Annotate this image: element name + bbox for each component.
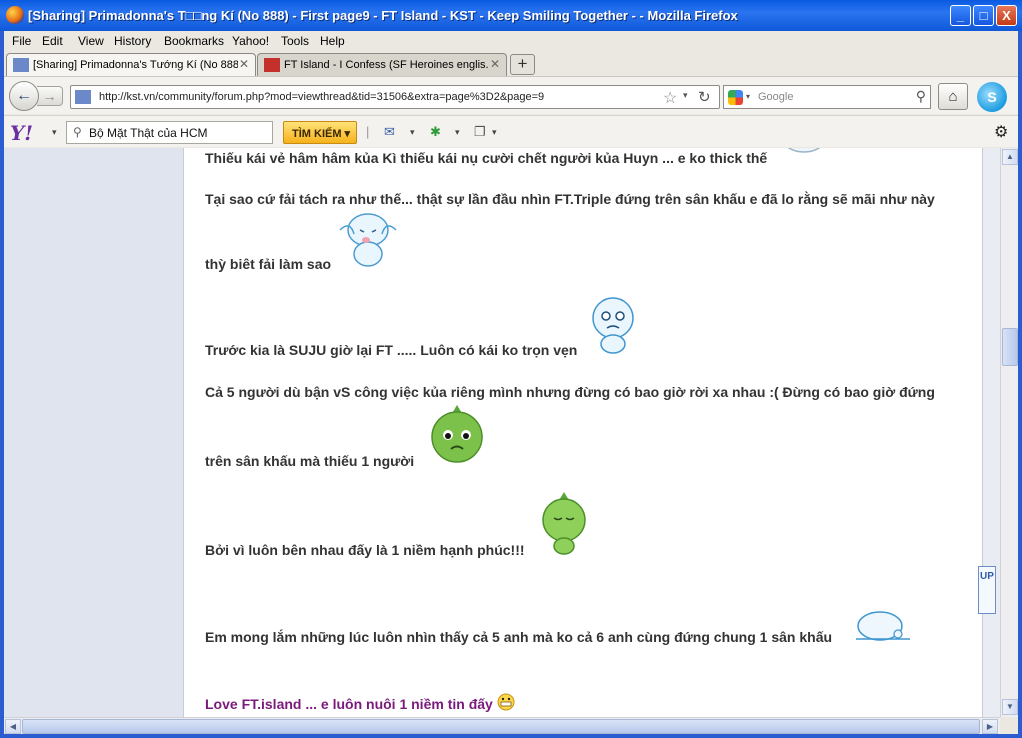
post-line: Trước kia là SUJU giờ lại FT ..... Luôn … <box>205 342 578 358</box>
plus-app-icon[interactable]: ✱ <box>430 124 441 140</box>
bookmark-star-icon[interactable]: ☆ <box>663 88 677 108</box>
browser-chrome: File Edit View History Bookmarks Yahoo! … <box>4 31 1018 148</box>
post-line: trên sân khấu mà thiếu 1 người <box>205 453 415 469</box>
post-author-column <box>4 148 184 717</box>
post-line: Bởi vì luôn bên nhau đấy là 1 niềm hạnh … <box>205 542 525 558</box>
close-tab-icon[interactable]: ✕ <box>239 57 249 71</box>
menu-help[interactable]: Help <box>320 34 345 48</box>
vertical-scrollbar[interactable]: ▲ ▼ <box>1000 148 1018 717</box>
app-dropdown-icon[interactable]: ▾ <box>455 127 460 138</box>
green-happy-emoticon-icon <box>542 492 586 555</box>
emoticon-icon <box>787 148 821 153</box>
yahoo-search-value[interactable]: Bộ Mặt Thật của HCM <box>89 126 208 140</box>
scroll-left-arrow[interactable]: ◀ <box>5 719 21 734</box>
youtube-icon <box>264 58 280 72</box>
scroll-right-arrow[interactable]: ▶ <box>982 719 998 734</box>
engine-dropdown-icon[interactable]: ▾ <box>746 92 750 101</box>
maximize-button[interactable]: □ <box>973 5 994 26</box>
search-input[interactable]: Google <box>758 91 793 103</box>
page-dropdown-icon[interactable]: ▾ <box>492 127 497 138</box>
site-favicon-icon <box>13 58 29 72</box>
horizontal-scrollbar[interactable]: ◀ ▶ <box>4 717 1000 734</box>
yahoo-logo[interactable]: Y! <box>10 121 33 145</box>
site-identity-icon[interactable] <box>75 90 91 104</box>
navigation-toolbar: → ← http://kst.vn/community/forum.php?mo… <box>4 76 1018 114</box>
post-line: Thiếu kái vẻ hâm hâm kủa Kì thiếu kái nụ… <box>205 150 768 166</box>
menu-view[interactable]: View <box>78 34 104 48</box>
scrollbar-corner <box>1000 717 1018 734</box>
crying-emoticon-icon <box>339 213 397 267</box>
horizontal-scroll-thumb[interactable] <box>22 719 980 734</box>
close-tab-icon[interactable]: ✕ <box>490 57 500 71</box>
green-sad-emoticon-icon <box>431 405 483 463</box>
yahoo-search-button[interactable]: TÌM KIẾM ▾ <box>283 121 357 144</box>
back-forward-group: → ← <box>9 81 63 111</box>
lying-emoticon-icon <box>856 611 910 641</box>
firefox-icon <box>6 6 24 24</box>
url-history-dropdown-icon[interactable]: ▾ <box>683 90 688 101</box>
menu-bookmarks[interactable]: Bookmarks <box>164 34 224 48</box>
toolbar-separator: | <box>366 124 370 139</box>
scroll-up-arrow[interactable]: ▲ <box>1002 149 1018 165</box>
search-box[interactable]: ▾ Google ⚲ <box>723 85 931 109</box>
vertical-scroll-thumb[interactable] <box>1002 328 1018 366</box>
title-bar: [Sharing] Primadonna's T□□ng Kí (No 888)… <box>0 0 1022 31</box>
post-content: Thiếu kái vẻ hâm hâm kủa Kì thiếu kái nụ… <box>184 148 983 717</box>
mail-dropdown-icon[interactable]: ▾ <box>410 127 415 138</box>
new-tab-button[interactable]: + <box>510 54 535 75</box>
scroll-down-arrow[interactable]: ▼ <box>1002 699 1018 715</box>
tab-label: [Sharing] Primadonna's Tướng Kí (No 888.… <box>33 59 238 71</box>
page-icon[interactable]: ❐ <box>474 124 486 140</box>
scroll-up-button[interactable]: UP <box>978 566 996 614</box>
grin-emoticon-icon <box>497 693 515 711</box>
tab-label: FT Island - I Confess (SF Heroines engli… <box>284 59 489 71</box>
menu-tools[interactable]: Tools <box>281 34 309 48</box>
post-line: Em mong lắm những lúc luôn nhìn thấy cả … <box>205 629 833 645</box>
search-icon: ⚲ <box>73 125 82 139</box>
url-text[interactable]: http://kst.vn/community/forum.php?mod=vi… <box>99 91 544 103</box>
minimize-button[interactable]: _ <box>950 5 971 26</box>
mail-icon[interactable]: ✉ <box>384 124 395 140</box>
post-line: Cả 5 người dù bận vS công việc kủa riêng… <box>205 384 935 400</box>
yahoo-toolbar: Y! ▾ ⚲ Bộ Mặt Thật của HCM TÌM KIẾM ▾ | … <box>4 115 1018 147</box>
sad-emoticon-icon <box>592 297 634 354</box>
google-engine-icon[interactable] <box>728 90 743 105</box>
yahoo-search-input[interactable]: ⚲ Bộ Mặt Thật của HCM <box>66 121 273 144</box>
page-viewport: Thiếu kái vẻ hâm hâm kủa Kì thiếu kái nụ… <box>4 148 1000 717</box>
gear-icon[interactable]: ⚙ <box>994 122 1008 142</box>
yahoo-menu-dropdown-icon[interactable]: ▾ <box>52 127 57 138</box>
menu-history[interactable]: History <box>114 34 151 48</box>
post-line: Tại sao cứ fải tách ra như thế... thật s… <box>205 191 935 207</box>
post-line-love: Love FT.island ... e luôn nuôi 1 niềm ti… <box>205 693 515 712</box>
menu-yahoo[interactable]: Yahoo! <box>232 34 269 48</box>
window-title: [Sharing] Primadonna's T□□ng Kí (No 888)… <box>28 8 738 23</box>
tab-youtube[interactable]: FT Island - I Confess (SF Heroines engli… <box>257 53 507 76</box>
menu-edit[interactable]: Edit <box>42 34 63 48</box>
post-line: thỳ biêt fải làm sao <box>205 256 332 272</box>
tab-bar: [Sharing] Primadonna's Tướng Kí (No 888.… <box>4 51 1018 76</box>
address-bar[interactable]: http://kst.vn/community/forum.php?mod=vi… <box>70 85 720 109</box>
skype-icon[interactable]: S <box>977 82 1007 112</box>
tab-sharing[interactable]: [Sharing] Primadonna's Tướng Kí (No 888.… <box>6 53 256 76</box>
menu-bar: File Edit View History Bookmarks Yahoo! … <box>4 31 1018 51</box>
up-label: UP <box>980 571 994 582</box>
home-button[interactable]: ⌂ <box>938 83 968 110</box>
back-button[interactable]: ← <box>9 81 39 111</box>
close-window-button[interactable]: X <box>996 5 1017 26</box>
love-text: Love FT.island ... e luôn nuôi 1 niềm ti… <box>205 696 493 712</box>
search-icon[interactable]: ⚲ <box>916 88 926 105</box>
reload-icon[interactable]: ↻ <box>698 88 711 106</box>
menu-file[interactable]: File <box>12 34 31 48</box>
forward-button[interactable]: → <box>37 86 63 106</box>
